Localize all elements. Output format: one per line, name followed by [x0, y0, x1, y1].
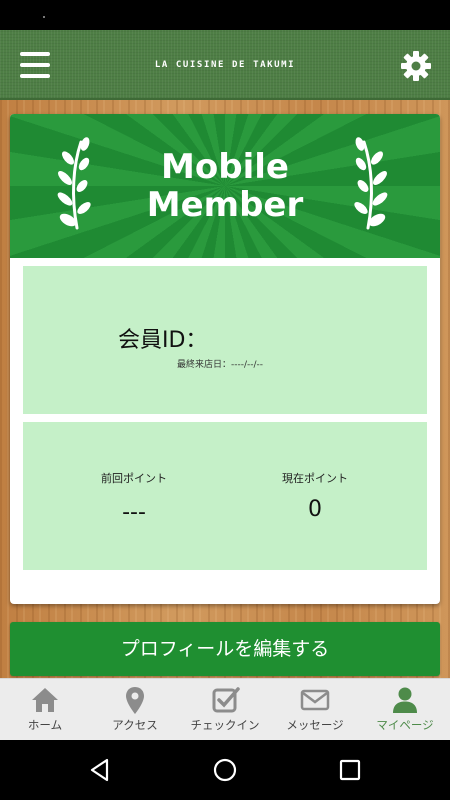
current-points-label: 現在ポイント — [282, 472, 348, 485]
edit-profile-button[interactable]: プロフィールを編集する — [10, 622, 440, 676]
nav-item-mypage[interactable]: マイページ — [360, 679, 450, 741]
status-bar — [0, 0, 450, 30]
member-card: Mobile Member 会員ID： 最終来店日：----/--/-- 前回ポ… — [10, 114, 440, 604]
home-icon — [32, 688, 58, 712]
last-visit-date: 最終来店日：----/--/-- — [177, 360, 264, 370]
map-pin-icon — [126, 687, 144, 714]
status-dot — [43, 16, 45, 18]
nav-item-message[interactable]: メッセージ — [270, 679, 360, 741]
previous-points-label: 前回ポイント — [101, 472, 167, 485]
user-icon — [393, 687, 417, 713]
mobile-member-banner: Mobile Member — [10, 114, 440, 258]
nav-label-mypage: マイページ — [376, 718, 434, 732]
member-id-label: 会員ID： — [118, 328, 208, 353]
laurel-right-icon — [354, 137, 388, 230]
points-panel: 前回ポイント --- 現在ポイント 0 — [23, 422, 427, 570]
home-circle-icon[interactable] — [211, 756, 239, 784]
mail-icon — [300, 689, 330, 711]
current-points-value: 0 — [308, 497, 322, 522]
nav-item-checkin[interactable]: チェックイン — [180, 679, 270, 741]
nav-label-checkin: チェックイン — [190, 718, 260, 732]
member-id-panel: 会員ID： 最終来店日：----/--/-- — [23, 266, 427, 414]
hamburger-icon[interactable] — [20, 52, 50, 78]
nav-item-access[interactable]: アクセス — [90, 679, 180, 741]
bottom-nav: ホーム アクセス チェックイン メッセージ マイページ — [0, 678, 450, 740]
checkin-icon — [212, 687, 240, 713]
nav-label-home: ホーム — [27, 718, 63, 732]
back-icon[interactable] — [86, 756, 114, 784]
app-bar: LA CUISINE DE TAKUMI — [0, 30, 450, 100]
previous-points-value: --- — [122, 500, 146, 525]
system-nav-bar — [0, 740, 450, 800]
recents-icon[interactable] — [336, 756, 364, 784]
nav-item-home[interactable]: ホーム — [0, 679, 90, 741]
nav-label-access: アクセス — [112, 718, 158, 732]
app-title: LA CUISINE DE TAKUMI — [154, 60, 296, 70]
gear-icon[interactable] — [400, 50, 432, 82]
nav-label-message: メッセージ — [286, 718, 344, 732]
